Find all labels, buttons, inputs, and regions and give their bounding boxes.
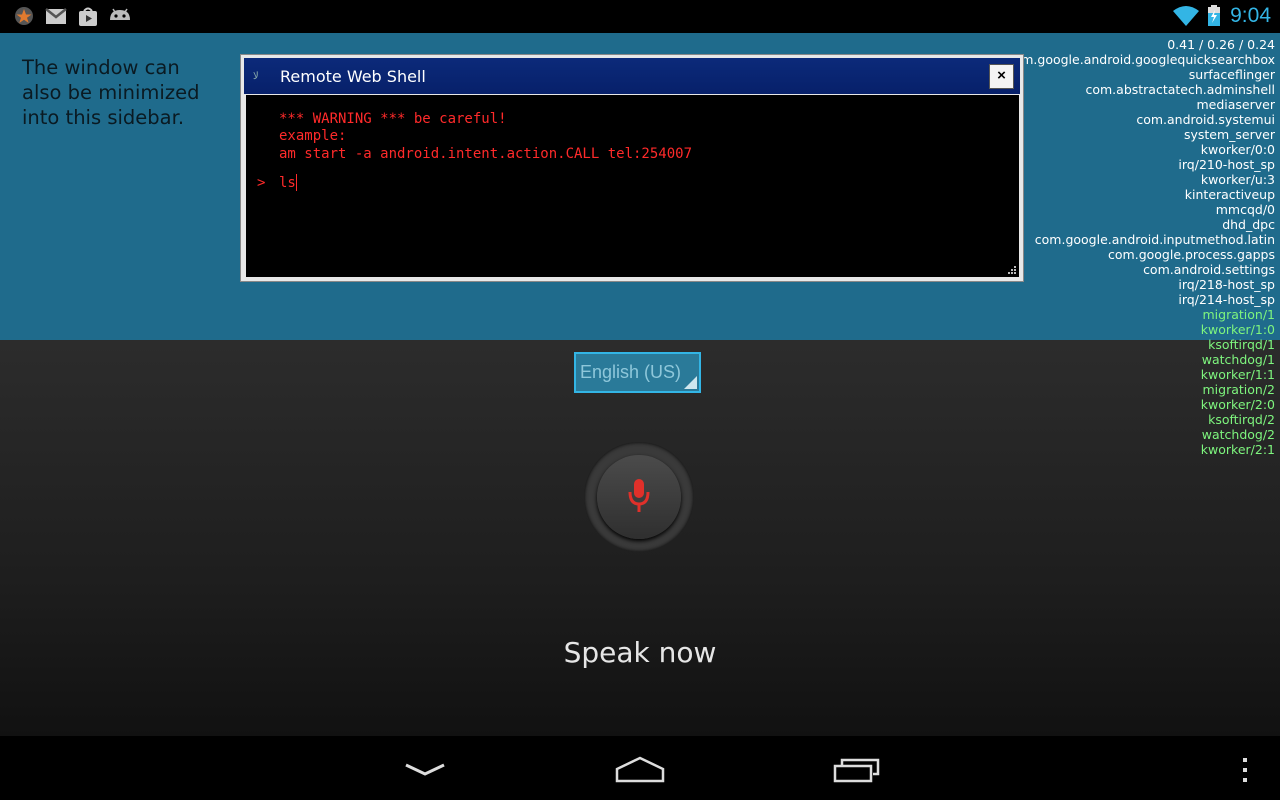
text-cursor [296, 174, 297, 191]
dropdown-corner-icon [684, 376, 697, 389]
process-item: mmcqd/0 [1215, 202, 1275, 217]
sidebar-note: The window can also be minimized into th… [22, 56, 200, 129]
shell-title: Remote Web Shell [280, 67, 426, 86]
process-item: irq/210-host_sp [1178, 157, 1275, 172]
play-store-icon[interactable] [77, 6, 99, 33]
back-icon[interactable] [404, 762, 446, 783]
process-item: ksoftirqd/2 [1208, 412, 1275, 427]
overflow-menu-icon[interactable] [1241, 757, 1249, 788]
process-item: irq/214-host_sp [1178, 292, 1275, 307]
mic-button[interactable] [597, 455, 681, 539]
process-item: dhd_dpc [1222, 217, 1275, 232]
process-item: kworker/0:0 [1200, 142, 1275, 157]
process-item: kworker/2:1 [1200, 442, 1275, 457]
process-item: irq/218-host_sp [1178, 277, 1275, 292]
process-item: kworker/u:3 [1200, 172, 1275, 187]
process-item: com.abstractatech.adminshell [1085, 82, 1275, 97]
process-item: system_server [1183, 127, 1275, 142]
process-item: kworker/1:1 [1200, 367, 1275, 382]
microphone-icon [628, 479, 650, 512]
process-overlay: 0.41 / 0.26 / 0.24 com.google.android.go… [1007, 37, 1275, 457]
language-select[interactable]: English (US) [574, 352, 701, 393]
console-line: *** WARNING *** be careful! [279, 111, 507, 127]
command-input[interactable] [279, 173, 979, 193]
process-item: watchdog/1 [1201, 352, 1275, 367]
android-icon[interactable] [108, 6, 132, 31]
process-item: com.google.android.inputmethod.latin [1034, 232, 1275, 247]
shell-window: ﻻ Remote Web Shell × *** WARNING *** be … [240, 54, 1024, 282]
prompt-symbol: > [257, 175, 266, 191]
console-line: am start -a android.intent.action.CALL t… [279, 146, 693, 162]
speak-now-label: Speak now [563, 636, 717, 669]
process-item: migration/2 [1202, 382, 1276, 397]
load-average: 0.41 / 0.26 / 0.24 [1167, 37, 1275, 52]
resize-grip-icon[interactable] [1007, 265, 1017, 275]
process-item: kworker/2:0 [1200, 397, 1275, 412]
shell-titlebar[interactable]: ﻻ Remote Web Shell × [244, 58, 1020, 94]
recent-apps-icon[interactable] [833, 757, 881, 788]
shell-console[interactable]: *** WARNING *** be careful! example: am … [246, 95, 1019, 277]
language-select-value: English (US) [580, 362, 682, 382]
mic-button-ring [584, 442, 694, 552]
process-item: kworker/1:0 [1200, 322, 1275, 337]
process-item: migration/1 [1202, 307, 1276, 322]
battery-charging-icon [1207, 5, 1221, 32]
process-item: com.google.process.gapps [1108, 247, 1275, 262]
process-item: com.android.systemui [1136, 112, 1275, 127]
process-item: com.google.android.googlequicksearchbox [1006, 52, 1275, 67]
close-button[interactable]: × [989, 64, 1014, 89]
wifi-icon [1172, 5, 1200, 32]
status-bar: 9:04 [0, 0, 1280, 33]
process-item: ksoftirqd/1 [1208, 337, 1275, 352]
process-item: mediaserver [1196, 97, 1275, 112]
gmail-icon[interactable] [45, 6, 67, 31]
navigation-bar [0, 736, 1280, 800]
process-item: watchdog/2 [1201, 427, 1275, 442]
process-item: surfaceflinger [1188, 67, 1275, 82]
process-item: com.android.settings [1143, 262, 1275, 277]
clock: 9:04 [1230, 4, 1271, 27]
process-item: kinteractiveup [1184, 187, 1275, 202]
shell-logo-icon: ﻻ [253, 71, 259, 82]
console-line: example: [279, 128, 347, 144]
star-icon[interactable] [13, 6, 35, 31]
home-icon[interactable] [614, 755, 666, 788]
